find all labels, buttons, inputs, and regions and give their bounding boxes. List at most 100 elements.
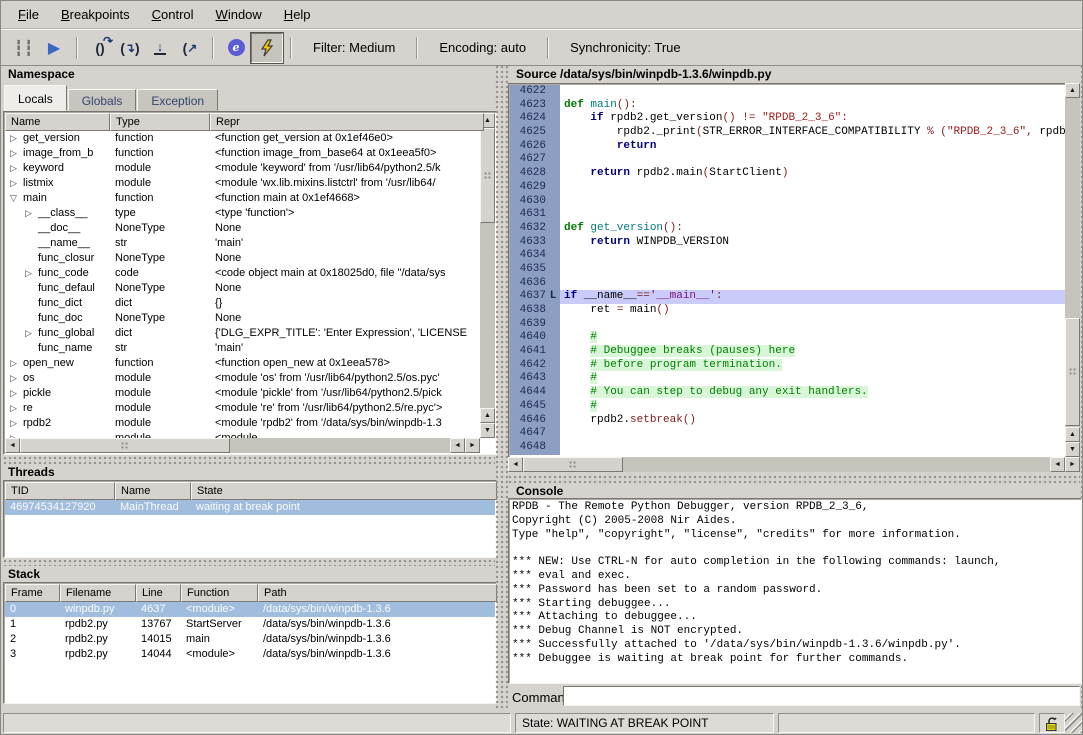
line-number[interactable]: 4634 (510, 249, 546, 263)
expander-icon[interactable]: ▷ (10, 386, 23, 401)
line-number-gutter[interactable]: 4642 (510, 359, 560, 373)
table-row[interactable]: 2rpdb2.py14015main/data/sys/bin/winpdb-1… (5, 632, 495, 647)
line-number-gutter[interactable]: 4629 (510, 181, 560, 195)
tab-globals[interactable]: Globals (68, 89, 137, 111)
source-line[interactable]: 4622 (510, 85, 1065, 99)
table-row[interactable]: 3rpdb2.py14044<module>/data/sys/bin/winp… (5, 647, 495, 662)
source-line[interactable]: 4646 rpdb2.setbreak() (510, 414, 1065, 428)
source-line[interactable]: 4624 if rpdb2.get_version() != "RPDB_2_3… (510, 112, 1065, 126)
line-number[interactable]: 4628 (510, 167, 546, 181)
step-over-button[interactable]: ()↷ (85, 34, 115, 62)
scroll-right-button[interactable]: ► (465, 438, 480, 453)
column-header-type[interactable]: Type (110, 113, 210, 131)
goto-button[interactable]: ↓ (145, 34, 175, 62)
command-input[interactable] (563, 686, 1080, 706)
line-number-gutter[interactable]: 4645 (510, 400, 560, 414)
namespace-hscrollbar[interactable]: ◄ ◄ ► (5, 438, 480, 453)
line-number-gutter[interactable]: 4639 (510, 318, 560, 332)
expander-icon[interactable]: ▷ (10, 356, 23, 371)
line-number-gutter[interactable]: 4635 (510, 263, 560, 277)
line-number-gutter[interactable]: 4646 (510, 414, 560, 428)
table-row[interactable]: ▷get_versionfunction<function get_versio… (5, 131, 480, 146)
line-number[interactable]: 4640 (510, 331, 546, 345)
table-row[interactable]: func_defaulNoneTypeNone (5, 281, 480, 296)
source-vscrollbar[interactable]: ▲ ▲ ▼ (1065, 83, 1080, 457)
line-number-gutter[interactable]: 4637L (510, 290, 560, 304)
expander-icon[interactable]: ▷ (25, 326, 38, 341)
menu-breakpoints[interactable]: Breakpoints (50, 2, 141, 27)
source-line[interactable]: 4629 (510, 181, 1065, 195)
line-number[interactable]: 4625 (510, 126, 546, 140)
line-number-gutter[interactable]: 4632 (510, 222, 560, 236)
expander-icon[interactable]: ▷ (10, 371, 23, 386)
source-line[interactable]: 4643 # (510, 372, 1065, 386)
go-button[interactable]: ▶ (39, 34, 69, 62)
menu-file[interactable]: File (7, 2, 50, 27)
line-number[interactable]: 4648 (510, 441, 546, 455)
line-number-gutter[interactable]: 4647 (510, 427, 560, 441)
scroll-left-button[interactable]: ◄ (1050, 457, 1065, 472)
source-line[interactable]: 4647 (510, 427, 1065, 441)
table-row[interactable]: ▷open_newfunction<function open_new at 0… (5, 356, 480, 371)
source-line[interactable]: 4636 (510, 277, 1065, 291)
line-number-gutter[interactable]: 4624 (510, 112, 560, 126)
line-number[interactable]: 4635 (510, 263, 546, 277)
step-return-button[interactable]: (↗ (175, 34, 205, 62)
line-number[interactable]: 4636 (510, 277, 546, 291)
break-button[interactable]: ┇┇ (9, 34, 39, 62)
scroll-left-button[interactable]: ◄ (5, 438, 20, 453)
column-header-state[interactable]: State (191, 482, 497, 500)
source-line[interactable]: 4645 # (510, 400, 1065, 414)
scroll-left-button[interactable]: ◄ (450, 438, 465, 453)
table-row[interactable]: ▷keywordmodule<module 'keyword' from '/u… (5, 161, 480, 176)
column-header-path[interactable]: Path (258, 584, 497, 602)
expander-icon[interactable]: ▷ (10, 131, 23, 146)
table-row[interactable]: ▷osmodule<module 'os' from '/usr/lib64/p… (5, 371, 480, 386)
scroll-thumb[interactable] (480, 128, 495, 223)
line-number-gutter[interactable]: 4622 (510, 85, 560, 99)
source-line[interactable]: 4625 rpdb2._print(STR_ERROR_INTERFACE_CO… (510, 126, 1065, 140)
expander-icon[interactable]: ▷ (10, 416, 23, 431)
expander-icon[interactable]: ▷ (10, 176, 23, 191)
line-number[interactable]: 4643 (510, 372, 546, 386)
line-number[interactable]: 4623 (510, 99, 546, 113)
line-number[interactable]: 4639 (510, 318, 546, 332)
line-number[interactable]: 4641 (510, 345, 546, 359)
source-line[interactable]: 4635 (510, 263, 1065, 277)
line-number-gutter[interactable]: 4638 (510, 304, 560, 318)
line-number-gutter[interactable]: 4625 (510, 126, 560, 140)
line-number[interactable]: 4642 (510, 359, 546, 373)
line-number[interactable]: 4632 (510, 222, 546, 236)
scroll-right-button[interactable]: ► (1065, 457, 1080, 472)
namespace-vscrollbar[interactable]: ▲ ▲ ▼ (480, 113, 495, 438)
menu-help[interactable]: Help (273, 2, 322, 27)
line-number-gutter[interactable]: 4631 (510, 208, 560, 222)
table-row[interactable]: 1rpdb2.py13767StartServer/data/sys/bin/w… (5, 617, 495, 632)
line-number-gutter[interactable]: 4644 (510, 386, 560, 400)
table-row[interactable]: ▷remodule<module 're' from '/usr/lib64/p… (5, 401, 480, 416)
scroll-up-button[interactable]: ▲ (480, 408, 495, 423)
column-header-tid[interactable]: TID (5, 482, 115, 500)
scroll-up-button[interactable]: ▲ (1065, 427, 1080, 442)
source-line[interactable]: 4628 return rpdb2.main(StartClient) (510, 167, 1065, 181)
source-console-splitter[interactable] (508, 475, 1080, 483)
step-into-button[interactable]: (↴) (115, 34, 145, 62)
line-number-gutter[interactable]: 4623 (510, 99, 560, 113)
expander-icon[interactable]: ▷ (25, 266, 38, 281)
table-row[interactable]: __doc__NoneTypeNone (5, 221, 480, 236)
line-number-gutter[interactable]: 4643 (510, 372, 560, 386)
line-number[interactable]: 4622 (510, 85, 546, 99)
scroll-left-button[interactable]: ◄ (508, 457, 523, 472)
table-row[interactable]: 0winpdb.py4637<module>/data/sys/bin/winp… (5, 602, 495, 617)
scroll-thumb[interactable] (20, 438, 230, 453)
main-vertical-splitter[interactable] (495, 65, 508, 710)
line-number[interactable]: 4633 (510, 236, 546, 250)
line-number[interactable]: 4629 (510, 181, 546, 195)
column-header-repr[interactable]: Repr (210, 113, 484, 131)
tab-exception[interactable]: Exception (137, 89, 218, 111)
table-row[interactable]: ▷__class__type<type 'function'> (5, 206, 480, 221)
source-line[interactable]: 4623def main(): (510, 99, 1065, 113)
line-number[interactable]: 4645 (510, 400, 546, 414)
table-row[interactable]: func_namestr'main' (5, 341, 480, 356)
line-number[interactable]: 4626 (510, 140, 546, 154)
